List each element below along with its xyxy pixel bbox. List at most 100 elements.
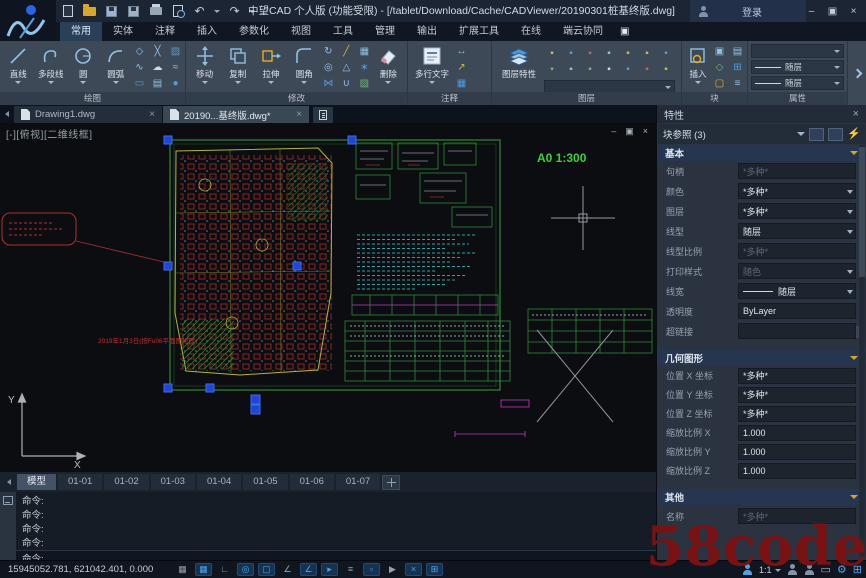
gear-icon[interactable]: ⚙	[837, 563, 847, 577]
layout-tab-01-03[interactable]: 01-03	[151, 474, 195, 490]
tab-close-icon[interactable]: ×	[296, 110, 302, 120]
ribbon-tab-parametric[interactable]: 参数化	[228, 22, 280, 41]
close-button[interactable]: ×	[845, 4, 862, 19]
layer-properties-button[interactable]: 图层特性	[494, 43, 544, 92]
command-line-icon[interactable]	[3, 496, 13, 505]
circle-button[interactable]: 圆	[67, 43, 100, 92]
section-other[interactable]: 其他	[657, 489, 866, 505]
layout-tab-model[interactable]: 模型	[17, 474, 56, 490]
linetype-control[interactable]: 随层	[751, 60, 844, 74]
workspace-toggle[interactable]: ⊞	[426, 563, 443, 576]
minimize-button[interactable]: –	[803, 4, 820, 19]
drawing-canvas[interactable]: Y X [-][俯视][二维线框] – ▣ × A0 1:300 2019年1月…	[0, 123, 656, 472]
scale-y-field[interactable]: 1.000	[738, 444, 856, 460]
mtext-button[interactable]: 多行文字	[410, 43, 454, 92]
rectangle-icon[interactable]: ▭	[132, 77, 147, 91]
clean-screen-icon[interactable]: ▭	[821, 563, 831, 577]
erase-button[interactable]: 删除	[372, 43, 405, 92]
dynamic-input-toggle[interactable]: ∠	[300, 563, 317, 576]
ribbon-tab-insert[interactable]: 插入	[186, 22, 228, 41]
layer-state-icon[interactable]: ▪	[658, 63, 674, 77]
ribbon-tab-annotate[interactable]: 注释	[144, 22, 186, 41]
color-field[interactable]: *多种*	[738, 183, 856, 199]
tab-list-icon[interactable]	[0, 105, 14, 123]
layer-match-icon[interactable]: ▪	[620, 47, 636, 61]
layer-delete-icon[interactable]: ▪	[620, 63, 636, 77]
scrollbar-thumb[interactable]	[859, 147, 865, 277]
panel-label-modify[interactable]: 修改	[186, 92, 407, 105]
fillet-button[interactable]: 圆角	[288, 43, 321, 92]
annotation-auto-scale-icon[interactable]	[804, 564, 815, 576]
attach-icon[interactable]: ⊞	[730, 61, 745, 75]
undo-icon[interactable]: ↶	[192, 4, 207, 18]
mirror-icon[interactable]: ⋈	[321, 77, 336, 91]
array-icon[interactable]: ▦	[357, 45, 372, 59]
layer-unlock-all-icon[interactable]: ▪	[582, 63, 598, 77]
login-button[interactable]: 登录	[690, 0, 806, 22]
fullscreen-icon[interactable]: ⊞	[853, 563, 862, 577]
ribbon-tab-view[interactable]: 视图	[280, 22, 322, 41]
linetype-field[interactable]: 随层	[738, 223, 856, 239]
ortho-toggle[interactable]: ∟	[216, 563, 233, 576]
dynamic-ucs-toggle[interactable]: ▸	[321, 563, 338, 576]
new-layout-button[interactable]	[382, 475, 400, 490]
undo-caret-icon[interactable]	[214, 10, 220, 13]
doc-tab-current[interactable]: 20190...基终版.dwg* ×	[163, 106, 309, 123]
lineweight-control[interactable]: 随层	[751, 76, 844, 90]
layer-walk-icon[interactable]: ▪	[658, 47, 674, 61]
lineweight-toggle[interactable]: ≡	[342, 563, 359, 576]
edit-block-icon[interactable]: ◇	[712, 61, 727, 75]
ribbon-tab-tools[interactable]: 工具	[322, 22, 364, 41]
ribbon-tab-online[interactable]: 在线	[510, 22, 552, 41]
transparency-toggle[interactable]: ▫	[363, 563, 380, 576]
ribbon-toggle-icon[interactable]: ▣	[620, 22, 629, 41]
create-block-icon[interactable]: ▣	[712, 45, 727, 59]
new-file-icon[interactable]	[60, 4, 75, 18]
pos-x-field[interactable]: *多种*	[738, 368, 856, 384]
join-icon[interactable]: ∪	[339, 77, 354, 91]
layer-thaw-all-icon[interactable]: ▪	[563, 63, 579, 77]
selection-cycling-toggle[interactable]: ▶	[384, 563, 401, 576]
section-geometry[interactable]: 几何图形	[657, 350, 866, 366]
hyperlink-field[interactable]	[738, 323, 856, 339]
annotation-scale-dropdown[interactable]: 1:1	[759, 565, 781, 575]
layer-freeze-icon[interactable]: ▪	[582, 47, 598, 61]
polar-toggle[interactable]: ∠	[279, 563, 296, 576]
revision-cloud-icon[interactable]: ☁	[150, 61, 165, 75]
annotation-scale-icon[interactable]	[742, 564, 753, 576]
osnap-toggle[interactable]: ◎	[237, 563, 254, 576]
osnap-tracking-toggle[interactable]: ▢	[258, 563, 275, 576]
ribbon-tab-manage[interactable]: 管理	[364, 22, 406, 41]
hatch-icon[interactable]: ▨	[168, 45, 183, 59]
stretch-button[interactable]: 拉伸	[254, 43, 287, 92]
region-icon[interactable]: ▤	[150, 77, 165, 91]
move-button[interactable]: 移动	[188, 43, 221, 92]
layer-on-all-icon[interactable]: ▪	[544, 63, 560, 77]
name-field[interactable]: *多种*	[738, 508, 856, 524]
attributes-icon[interactable]: ≡	[730, 77, 745, 91]
ribbon-tab-cloud[interactable]: 端云协同	[552, 22, 614, 41]
snap-toggle[interactable]: ▦	[195, 563, 212, 576]
offset-icon[interactable]: ◎	[321, 61, 336, 75]
redo-icon[interactable]: ↷	[227, 4, 242, 18]
ltscale-field[interactable]: *多种*	[738, 243, 856, 259]
scrollbar[interactable]	[859, 145, 865, 557]
wipeout-icon[interactable]: ≈	[168, 61, 183, 75]
ribbon-tab-home[interactable]: 常用	[60, 22, 102, 41]
annotation-visibility-icon[interactable]	[787, 564, 798, 576]
doc-tab-drawing1[interactable]: Drawing1.dwg ×	[14, 106, 162, 123]
panel-label-annotate[interactable]: 注释	[408, 92, 491, 105]
grid-toggle[interactable]: ▦	[174, 563, 191, 576]
arc-button[interactable]: 圆弧	[100, 43, 133, 92]
write-block-icon[interactable]: ▢	[712, 77, 727, 91]
insert-block-button[interactable]: 插入	[684, 43, 712, 92]
preview-icon[interactable]	[170, 4, 185, 18]
layer-lock-icon[interactable]: ▪	[601, 47, 617, 61]
quick-select-icon[interactable]	[809, 128, 824, 141]
edit-hatch-icon[interactable]: ▨	[357, 77, 372, 91]
section-basic[interactable]: 基本	[657, 145, 866, 161]
rotate-icon[interactable]: ↻	[321, 45, 336, 59]
layer-color-icon[interactable]: ▪	[639, 63, 655, 77]
tab-close-icon[interactable]: ×	[149, 110, 155, 120]
dimension-icon[interactable]: ↔	[454, 45, 469, 59]
